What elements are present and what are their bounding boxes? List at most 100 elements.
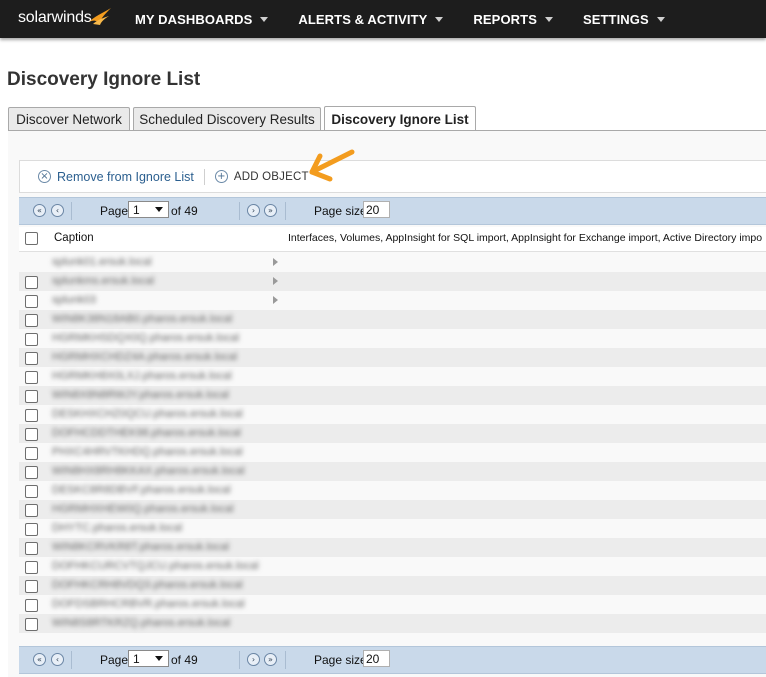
chevron-down-icon — [544, 16, 553, 22]
page-size-input[interactable]: 20 — [363, 650, 390, 667]
table-row[interactable]: DESKC8R8DBVF.pharos.ersuk.local — [19, 481, 766, 500]
row-checkbox[interactable] — [25, 599, 38, 612]
nav-settings-label: SETTINGS — [582, 11, 649, 27]
table-row[interactable]: DOFHKCURCVTQJCU.pharos.ersuk.local — [19, 557, 766, 576]
row-checkbox[interactable] — [25, 352, 38, 365]
table-row[interactable]: DOFHCDDTHEK98.pharos.ersuk.local — [19, 424, 766, 443]
table-row[interactable]: WIN8S8RTKRZQ.pharos.ersuk.local — [19, 614, 766, 633]
table-row[interactable]: HGRMKHSDQX0Q.pharos.ersuk.local — [19, 329, 766, 348]
table-row[interactable]: WIN8K38N18AB0.pharos.ersuk.local — [19, 310, 766, 329]
page-label: Page — [100, 653, 129, 667]
row-checkbox[interactable] — [25, 409, 38, 422]
row-caption: HGRMHXCHDZ4A.pharos.ersuk.local — [52, 351, 238, 363]
row-caption: splunk01.ersuk.local — [52, 256, 152, 268]
grid-header: Caption Interfaces, Volumes, AppInsight … — [19, 227, 766, 252]
nav-alerts-activity-label: ALERTS & ACTIVITY — [298, 11, 428, 27]
row-checkbox[interactable] — [25, 618, 38, 631]
tab-label: Scheduled Discovery Results — [139, 111, 315, 127]
row-checkbox[interactable] — [25, 523, 38, 536]
row-checkbox[interactable] — [25, 314, 38, 327]
page-select[interactable]: 1 — [128, 650, 169, 667]
page-title: Discovery Ignore List — [7, 69, 201, 90]
expand-arrow-icon[interactable] — [273, 277, 278, 285]
logo-text: solarwinds — [18, 9, 92, 26]
row-checkbox[interactable] — [25, 485, 38, 498]
nav-alerts-activity[interactable]: ALERTS & ACTIVITY — [298, 0, 444, 38]
row-checkbox[interactable] — [25, 466, 38, 479]
remove-from-ignore-list-button[interactable]: × Remove from Ignore List — [38, 170, 194, 184]
row-checkbox[interactable] — [25, 390, 38, 403]
table-row[interactable]: splunk01.ersuk.local — [19, 253, 766, 272]
row-caption: splunkms.ersuk.local — [52, 275, 155, 287]
table-row[interactable]: PHXC4HRVTKHDQ.pharos.ersuk.local — [19, 443, 766, 462]
table-row[interactable]: WIN8KCRVKR8T.pharos.ersuk.local — [19, 538, 766, 557]
row-caption: PHXC4HRVTKHDQ.pharos.ersuk.local — [52, 446, 243, 458]
nav-my-dashboards[interactable]: MY DASHBOARDS — [135, 0, 269, 38]
first-page-icon[interactable]: « — [33, 204, 46, 217]
row-checkbox[interactable] — [25, 333, 38, 346]
expand-arrow-icon[interactable] — [273, 296, 278, 304]
pager-separator — [239, 651, 240, 669]
nav-reports[interactable]: REPORTS — [473, 0, 553, 38]
row-checkbox[interactable] — [25, 371, 38, 384]
last-page-icon[interactable]: » — [264, 653, 277, 666]
select-all-checkbox[interactable] — [25, 232, 38, 245]
top-nav-bar: solarwinds MY DASHBOARDS ALERTS & ACTIVI… — [0, 0, 766, 38]
column-caption[interactable]: Caption — [54, 232, 94, 244]
table-row[interactable]: splunkms.ersuk.local — [19, 272, 766, 291]
prev-page-icon[interactable]: ‹ — [51, 653, 64, 666]
row-caption: DOFHKCURCVTQJCU.pharos.ersuk.local — [52, 560, 259, 572]
tab-scheduled-discovery-results[interactable]: Scheduled Discovery Results — [133, 107, 321, 130]
nav-settings[interactable]: SETTINGS — [583, 0, 665, 38]
solarwinds-logo[interactable]: solarwinds — [0, 0, 117, 38]
row-caption: DOFHKCRH8VDQ3.pharos.ersuk.local — [52, 579, 243, 591]
row-checkbox[interactable] — [25, 276, 38, 289]
remove-circle-icon: × — [38, 170, 51, 183]
prev-page-icon[interactable]: ‹ — [51, 204, 64, 217]
pager-separator — [285, 202, 286, 220]
row-checkbox[interactable] — [25, 428, 38, 441]
page-size-input[interactable]: 20 — [363, 201, 390, 218]
logo-flame-icon — [89, 8, 111, 25]
row-caption: DESKHXCHZ0QCU.pharos.ersuk.local — [52, 408, 243, 420]
row-checkbox[interactable] — [25, 295, 38, 308]
column-types[interactable]: Interfaces, Volumes, AppInsight for SQL … — [288, 232, 762, 244]
expand-arrow-icon[interactable] — [273, 258, 278, 266]
table-row[interactable]: DHYTC.pharos.ersuk.local — [19, 519, 766, 538]
row-checkbox[interactable] — [25, 447, 38, 460]
row-caption: DHYTC.pharos.ersuk.local — [52, 522, 183, 534]
row-checkbox[interactable] — [25, 542, 38, 555]
row-checkbox[interactable] — [25, 504, 38, 517]
table-row[interactable]: HGRMKH8X0LXJ.pharos.ersuk.local — [19, 367, 766, 386]
row-caption: HGRMHXHEW0Q.pharos.ersuk.local — [52, 503, 234, 515]
pager-separator — [71, 651, 72, 669]
add-object-button[interactable]: + ADD OBJECT — [214, 170, 309, 183]
add-object-label: ADD OBJECT — [233, 170, 309, 183]
pager-separator — [285, 651, 286, 669]
next-page-icon[interactable]: › — [247, 204, 260, 217]
page-select[interactable]: 1 — [128, 201, 169, 218]
chevron-down-icon — [260, 16, 269, 22]
row-caption: DOFHCDDTHEK98.pharos.ersuk.local — [52, 427, 241, 439]
page-label: Page — [100, 204, 129, 218]
table-row[interactable]: WIN8HX8RH8KKAX.pharos.ersuk.local — [19, 462, 766, 481]
table-row[interactable]: DOFHKCRH8VDQ3.pharos.ersuk.local — [19, 576, 766, 595]
table-row[interactable]: DOFDSBRHCRBVR.pharos.ersuk.local — [19, 595, 766, 614]
next-page-icon[interactable]: › — [247, 653, 260, 666]
pager-separator — [71, 202, 72, 220]
tab-label: Discovery Ignore List — [331, 111, 469, 127]
table-row[interactable]: DESKHXCHZ0QCU.pharos.ersuk.local — [19, 405, 766, 424]
table-row[interactable]: HGRMHXCHDZ4A.pharos.ersuk.local — [19, 348, 766, 367]
table-row[interactable]: HGRMHXHEW0Q.pharos.ersuk.local — [19, 500, 766, 519]
pager-top: « ‹ Page 1 of 49 › » Page size 20 — [19, 197, 766, 225]
table-row[interactable]: WIN8X8N8RWJY.pharos.ersuk.local — [19, 386, 766, 405]
tab-discover-network[interactable]: Discover Network — [8, 107, 130, 130]
first-page-icon[interactable]: « — [33, 653, 46, 666]
table-row[interactable]: splunk03 — [19, 291, 766, 310]
last-page-icon[interactable]: » — [264, 204, 277, 217]
tab-discovery-ignore-list[interactable]: Discovery Ignore List — [324, 106, 476, 131]
row-checkbox[interactable] — [25, 561, 38, 574]
page-count: of 49 — [171, 204, 198, 218]
row-checkbox[interactable] — [25, 580, 38, 593]
row-caption: WIN8HX8RH8KKAX.pharos.ersuk.local — [52, 465, 245, 477]
